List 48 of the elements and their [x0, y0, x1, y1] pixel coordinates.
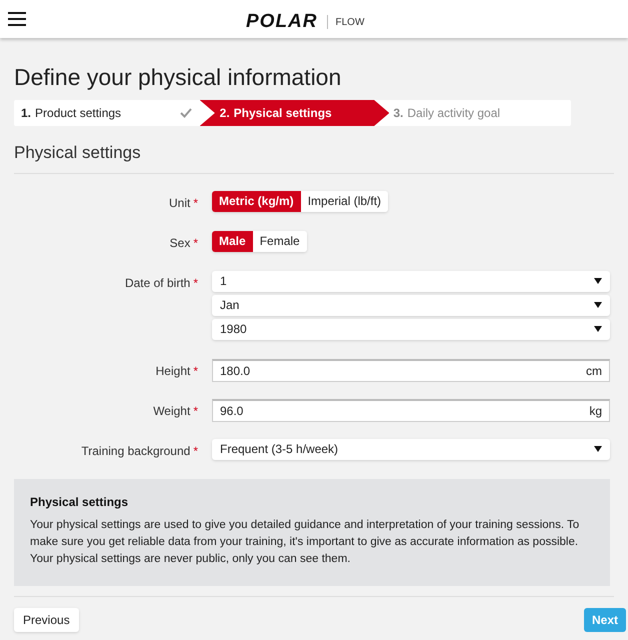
- select-value: Frequent (3-5 h/week): [220, 441, 338, 458]
- unit-label: kg: [589, 402, 602, 420]
- info-text: Your physical settings are used to give you detailed guidance and interpretation of your training sessions. To make sure you get reliable data from your training, it's important to give as accurate information as possible. Your physical settings are never public, only you can see them.: [30, 518, 580, 566]
- field-label: Training background: [81, 442, 190, 460]
- unit-label: cm: [586, 362, 602, 380]
- product-name: FLOW: [336, 16, 364, 30]
- toggle-option[interactable]: Imperial (lb/ft): [300, 190, 388, 212]
- input-field[interactable]: 180.0 cm: [212, 358, 610, 382]
- field-label: Height: [156, 362, 190, 380]
- field-label: Weight: [153, 402, 190, 420]
- dropdown-arrow-icon: [594, 302, 602, 308]
- input-field[interactable]: 96.0 kg: [212, 398, 610, 422]
- step-number: 1.: [21, 105, 32, 122]
- field-label: Sex: [170, 234, 190, 252]
- page-title: Define your physical information: [14, 63, 342, 91]
- select-field[interactable]: 1980: [212, 318, 610, 340]
- toggle-option[interactable]: Male: [212, 230, 253, 252]
- required-mark: *: [193, 194, 198, 212]
- step-label: Product settings: [35, 105, 122, 122]
- required-mark: *: [193, 402, 198, 420]
- required-mark: *: [193, 234, 198, 252]
- field-label: Date of birth: [124, 274, 190, 292]
- select-value: 1: [220, 273, 227, 290]
- section-title: Physical settings: [14, 142, 142, 164]
- info-title: Physical settings: [30, 494, 130, 510]
- input-value: 96.0: [220, 402, 244, 420]
- required-mark: *: [193, 442, 198, 460]
- select-field[interactable]: 1: [212, 270, 610, 292]
- required-mark: *: [193, 362, 198, 380]
- step-number: 2.: [220, 105, 230, 122]
- toggle-option[interactable]: Female: [252, 230, 307, 252]
- step-number: 3.: [393, 105, 404, 122]
- select-field[interactable]: Frequent (3-5 h/week): [212, 438, 610, 460]
- logo[interactable]: POLAR: [246, 8, 318, 36]
- toggle-option[interactable]: Metric (kg/m): [212, 190, 301, 212]
- input-value: 180.0: [220, 362, 250, 380]
- dropdown-arrow-icon: [594, 326, 602, 332]
- menu-icon[interactable]: [8, 12, 26, 26]
- step-label: Daily activity goal: [407, 105, 500, 122]
- select-value: Jan: [220, 297, 240, 314]
- dropdown-arrow-icon: [594, 278, 602, 284]
- select-value: 1980: [220, 321, 247, 338]
- field-label: Unit: [168, 194, 190, 212]
- previous-button[interactable]: Previous: [14, 608, 79, 632]
- step-label: Physical settings: [234, 105, 332, 122]
- select-field[interactable]: Jan: [212, 294, 610, 316]
- dropdown-arrow-icon: [594, 446, 602, 452]
- required-mark: *: [193, 274, 198, 292]
